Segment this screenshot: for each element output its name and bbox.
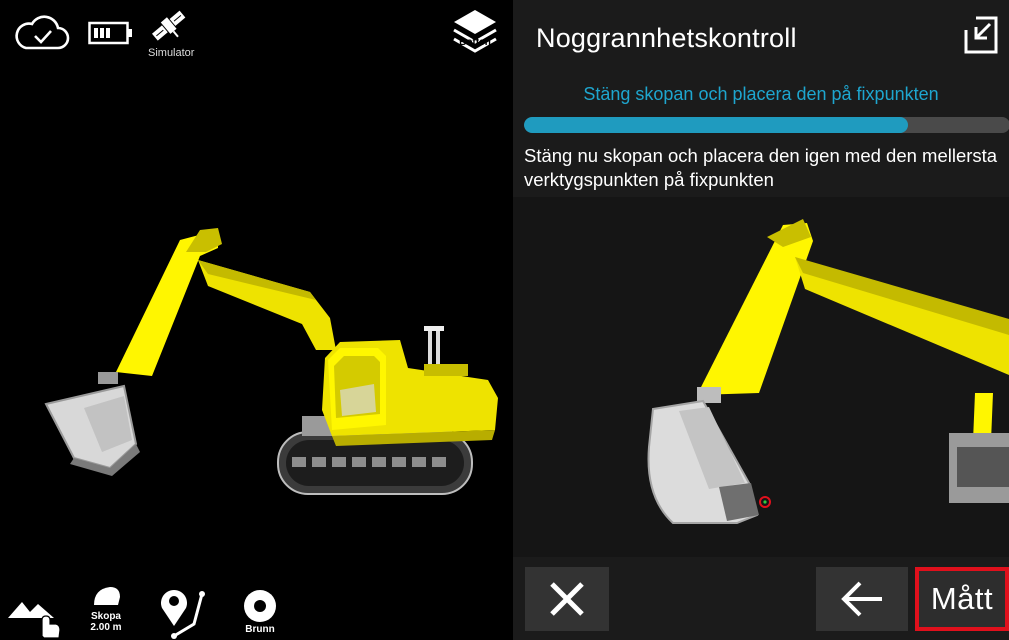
- well-tool-button[interactable]: Brunn: [236, 586, 284, 640]
- terrain-tool-button[interactable]: [6, 592, 68, 640]
- well-icon: [244, 590, 276, 622]
- measure-button[interactable]: Mått: [915, 567, 1009, 631]
- bucket-icon: [94, 587, 120, 605]
- progress-fill: [524, 117, 908, 133]
- bucket-name-label: Skopa: [90, 611, 121, 622]
- minimize-icon[interactable]: [962, 14, 1000, 56]
- bucket-tool-button[interactable]: Skopa 2.00 m: [80, 583, 132, 640]
- step-title: Stäng skopan och placera den på fixpunkt…: [583, 84, 939, 104]
- progress-bar: [524, 117, 1009, 133]
- panel-title: Noggrannhetskontroll: [536, 23, 797, 53]
- satellite-status-label: Simulator: [148, 47, 195, 59]
- arrow-left-icon: [841, 581, 882, 617]
- instruction-text: Stäng nu skopan och placera den igen med…: [524, 145, 998, 190]
- bucket-width-label: 2.00 m: [90, 622, 122, 633]
- accuracy-check-panel: Noggrannhetskontroll Stäng skopan och pl…: [513, 0, 1009, 640]
- satellite-icon[interactable]: [148, 4, 190, 48]
- well-label: Brunn: [245, 624, 275, 635]
- back-button[interactable]: [816, 567, 908, 631]
- battery-icon: [88, 21, 132, 45]
- cloud-check-icon[interactable]: [14, 12, 70, 52]
- excavator-model[interactable]: [40, 200, 510, 510]
- layer-name-label: Botten: [459, 37, 491, 48]
- layers-icon[interactable]: [450, 6, 500, 56]
- close-icon: [550, 582, 584, 616]
- route-tool-button[interactable]: [158, 584, 216, 640]
- bucket-preview-image: [513, 197, 1009, 557]
- mountain-hand-icon: [8, 602, 61, 639]
- cancel-button[interactable]: [525, 567, 609, 631]
- map-pin-route-icon: [161, 590, 205, 639]
- machine-3d-viewport[interactable]: Simulator Botten Skopa 2.00 m Brunn: [0, 0, 513, 640]
